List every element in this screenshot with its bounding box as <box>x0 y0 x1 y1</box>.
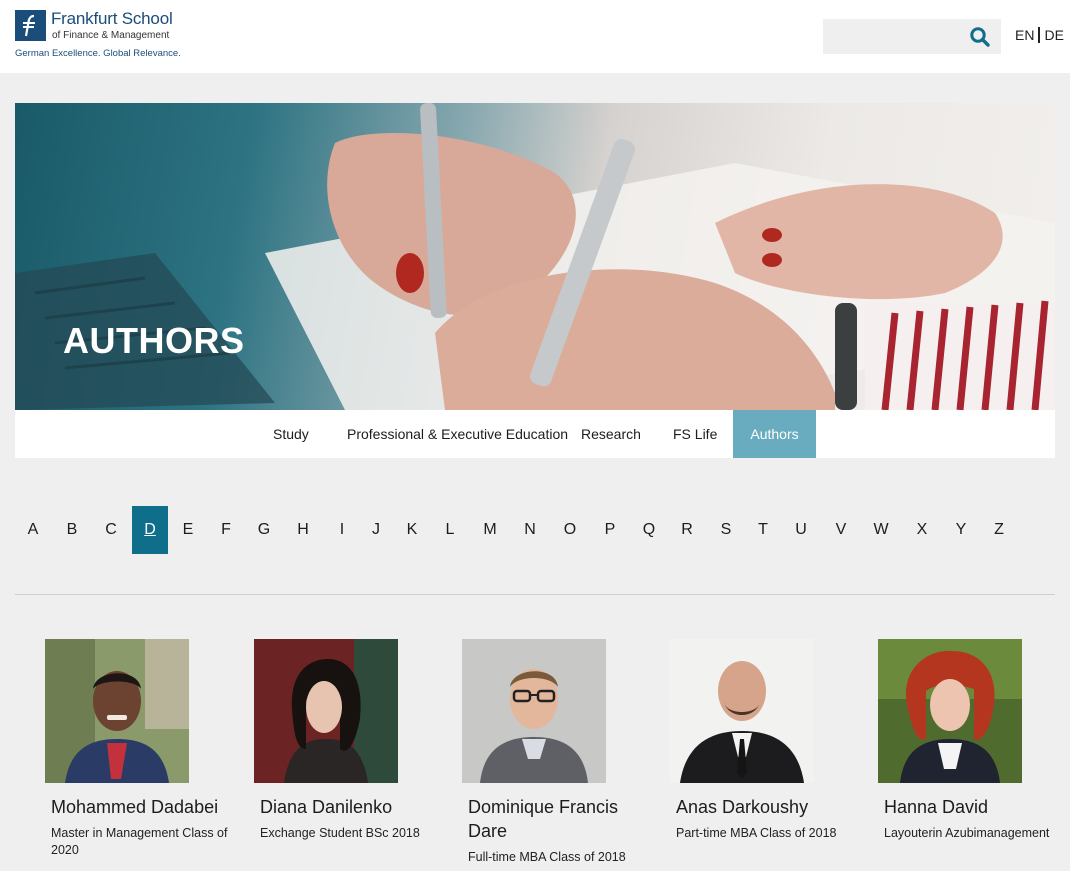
author-description: Layouterin Azubimanagement <box>884 826 1050 840</box>
author-card[interactable]: Mohammed Dadabei Master in Management Cl… <box>45 639 230 859</box>
nav-item-professional-executive-education[interactable]: Professional & Executive Education <box>347 410 568 458</box>
letter-filter-w[interactable]: W <box>863 506 899 554</box>
lang-de-link[interactable]: DE <box>1044 27 1063 43</box>
author-name[interactable]: Mohammed Dadabei <box>51 795 230 819</box>
author-card[interactable]: Dominique Francis Dare Full-time MBA Cla… <box>462 639 647 866</box>
author-description: Master in Management Class of 2020 <box>51 826 228 857</box>
site-header: Frankfurt School of Finance & Management… <box>0 0 1070 73</box>
hero-banner: AUTHORS <box>15 103 1055 410</box>
nav-item-research[interactable]: Research <box>581 410 641 458</box>
lang-separator <box>1038 27 1041 43</box>
letter-filter-a[interactable]: A <box>15 506 51 554</box>
letter-filter-t[interactable]: T <box>745 506 781 554</box>
letter-filter-p[interactable]: P <box>592 506 628 554</box>
letter-filter-m[interactable]: M <box>472 506 508 554</box>
author-photo <box>462 639 606 783</box>
letter-filter-j[interactable]: J <box>358 506 394 554</box>
language-switcher: EN DE <box>1015 27 1064 43</box>
hero-image <box>15 103 1055 410</box>
letter-filter-o[interactable]: O <box>552 506 588 554</box>
author-photo <box>878 639 1022 783</box>
nav-item-fs-life[interactable]: FS Life <box>673 410 717 458</box>
letter-filter-v[interactable]: V <box>823 506 859 554</box>
nav-item-authors[interactable]: Authors <box>733 410 816 458</box>
site-logo[interactable]: Frankfurt School of Finance & Management… <box>15 9 185 62</box>
letter-filter-b[interactable]: B <box>54 506 90 554</box>
letter-filter-i[interactable]: I <box>324 506 360 554</box>
letter-filter-z[interactable]: Z <box>981 506 1017 554</box>
alphabet-filter: ABCDEFGHIJKLMNOPQRSTUVWXYZ <box>15 506 1055 554</box>
letter-filter-r[interactable]: R <box>669 506 705 554</box>
letter-filter-q[interactable]: Q <box>631 506 667 554</box>
logo-name: Frankfurt School <box>51 9 173 28</box>
logo-subtitle: of Finance & Management <box>52 30 170 41</box>
author-card[interactable]: Diana Danilenko Exchange Student BSc 201… <box>254 639 439 842</box>
letter-filter-l[interactable]: L <box>432 506 468 554</box>
author-name[interactable]: Diana Danilenko <box>260 795 439 819</box>
author-photo <box>254 639 398 783</box>
letter-filter-g[interactable]: G <box>246 506 282 554</box>
author-description: Full-time MBA Class of 2018 <box>468 850 626 864</box>
nav-item-study[interactable]: Study <box>273 410 309 458</box>
author-photo <box>670 639 814 783</box>
logo-tagline: German Excellence. Global Relevance. <box>15 48 181 59</box>
letter-filter-x[interactable]: X <box>904 506 940 554</box>
letter-filter-f[interactable]: F <box>208 506 244 554</box>
author-card[interactable]: Hanna David Layouterin Azubimanagement <box>878 639 1063 842</box>
author-name[interactable]: Anas Darkoushy <box>676 795 855 819</box>
lang-en-link[interactable]: EN <box>1015 27 1034 43</box>
letter-filter-d[interactable]: D <box>132 506 168 554</box>
author-description: Exchange Student BSc 2018 <box>260 826 420 840</box>
author-photo <box>45 639 189 783</box>
letter-filter-y[interactable]: Y <box>943 506 979 554</box>
author-card[interactable]: Anas Darkoushy Part-time MBA Class of 20… <box>670 639 855 842</box>
letter-filter-c[interactable]: C <box>93 506 129 554</box>
author-name[interactable]: Dominique Francis Dare <box>468 795 647 843</box>
page-title: AUTHORS <box>63 320 245 361</box>
letter-filter-h[interactable]: H <box>285 506 321 554</box>
search-input[interactable] <box>823 19 1001 54</box>
author-description: Part-time MBA Class of 2018 <box>676 826 837 840</box>
letter-filter-s[interactable]: S <box>708 506 744 554</box>
divider <box>15 594 1055 595</box>
logo-mark-icon <box>15 10 46 41</box>
search-icon[interactable] <box>969 26 991 48</box>
letter-filter-k[interactable]: K <box>394 506 430 554</box>
letter-filter-u[interactable]: U <box>783 506 819 554</box>
section-nav: Study Professional & Executive Education… <box>15 410 1055 458</box>
letter-filter-n[interactable]: N <box>512 506 548 554</box>
letter-filter-e[interactable]: E <box>170 506 206 554</box>
author-name[interactable]: Hanna David <box>884 795 1063 819</box>
